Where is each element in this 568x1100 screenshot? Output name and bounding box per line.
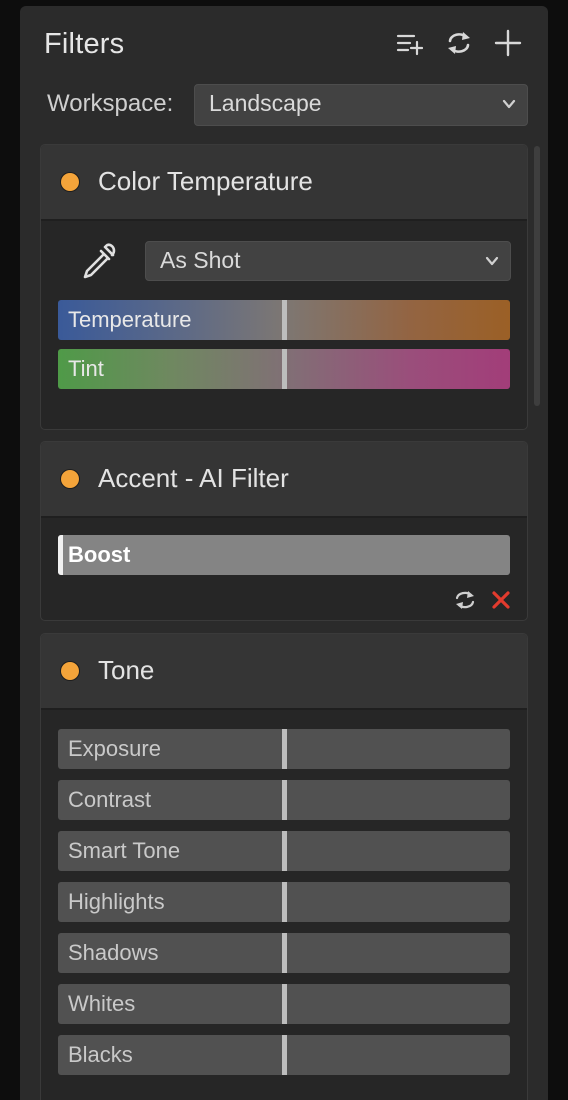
eyedropper-icon[interactable]: [79, 241, 119, 281]
smart-tone-slider[interactable]: Smart Tone: [58, 831, 510, 871]
add-list-icon[interactable]: [394, 28, 424, 58]
shadows-slider[interactable]: Shadows: [58, 933, 510, 973]
contrast-label: Contrast: [68, 787, 152, 812]
shadows-slider-handle[interactable]: [282, 933, 287, 973]
boost-slider-handle[interactable]: [58, 535, 63, 575]
color-temperature-title: Color Temperature: [98, 166, 313, 196]
whites-slider-handle[interactable]: [282, 984, 287, 1024]
tint-slider[interactable]: Tint: [58, 349, 510, 389]
accent-ai-title: Accent - AI Filter: [98, 463, 289, 493]
panel-header: Filters: [20, 6, 548, 80]
blacks-label: Blacks: [68, 1042, 133, 1067]
accent-ai-card: Accent - AI Filter Boost: [40, 441, 528, 621]
whites-label: Whites: [68, 991, 136, 1016]
highlights-slider[interactable]: Highlights: [58, 882, 510, 922]
chevron-down-icon: [502, 99, 516, 109]
whites-slider[interactable]: Whites: [58, 984, 510, 1024]
tone-card-header[interactable]: Tone: [41, 634, 527, 710]
boost-label: Boost: [68, 542, 131, 567]
blacks-slider-handle[interactable]: [282, 1035, 287, 1075]
highlights-label: Highlights: [68, 889, 165, 914]
filters-panel: Filters Workspace: Landscape Color Tempe…: [20, 6, 548, 1100]
exposure-label: Exposure: [68, 736, 161, 761]
tone-card: Tone Exposure Contrast Smart Tone Highli…: [40, 633, 528, 1100]
smart-tone-slider-handle[interactable]: [282, 831, 287, 871]
tone-title: Tone: [98, 655, 155, 685]
contrast-slider-handle[interactable]: [282, 780, 287, 820]
plus-icon[interactable]: [493, 28, 523, 58]
workspace-label: Workspace:: [47, 90, 174, 117]
accent-ai-card-header[interactable]: Accent - AI Filter: [41, 442, 527, 518]
tint-slider-handle[interactable]: [282, 349, 287, 389]
color-temperature-card: Color Temperature As Shot Temperature Ti…: [40, 144, 528, 430]
smart-tone-label: Smart Tone: [68, 838, 181, 863]
filter-status-dot[interactable]: [61, 173, 79, 191]
panel-title: Filters: [44, 28, 125, 60]
workspace-select[interactable]: Landscape: [194, 84, 528, 126]
exposure-slider-handle[interactable]: [282, 729, 287, 769]
reset-icon[interactable]: [454, 589, 476, 611]
blacks-slider[interactable]: Blacks: [58, 1035, 510, 1075]
white-balance-select-value: As Shot: [160, 247, 241, 273]
color-temperature-card-header[interactable]: Color Temperature: [41, 145, 527, 221]
delete-icon[interactable]: [490, 589, 512, 611]
filter-status-dot[interactable]: [61, 662, 79, 680]
tint-label: Tint: [68, 356, 104, 381]
temperature-slider[interactable]: Temperature: [58, 300, 510, 340]
temperature-label: Temperature: [68, 307, 192, 332]
temperature-slider-handle[interactable]: [282, 300, 287, 340]
highlights-slider-handle[interactable]: [282, 882, 287, 922]
contrast-slider[interactable]: Contrast: [58, 780, 510, 820]
white-balance-select[interactable]: As Shot: [145, 241, 511, 281]
scrollbar[interactable]: [534, 146, 540, 406]
boost-slider[interactable]: Boost: [58, 535, 510, 575]
filter-status-dot[interactable]: [61, 470, 79, 488]
workspace-select-value: Landscape: [209, 90, 322, 116]
sync-icon[interactable]: [444, 28, 474, 58]
shadows-label: Shadows: [68, 940, 159, 965]
chevron-down-icon: [485, 256, 499, 266]
workspace-row: Workspace: Landscape: [20, 84, 548, 128]
exposure-slider[interactable]: Exposure: [58, 729, 510, 769]
